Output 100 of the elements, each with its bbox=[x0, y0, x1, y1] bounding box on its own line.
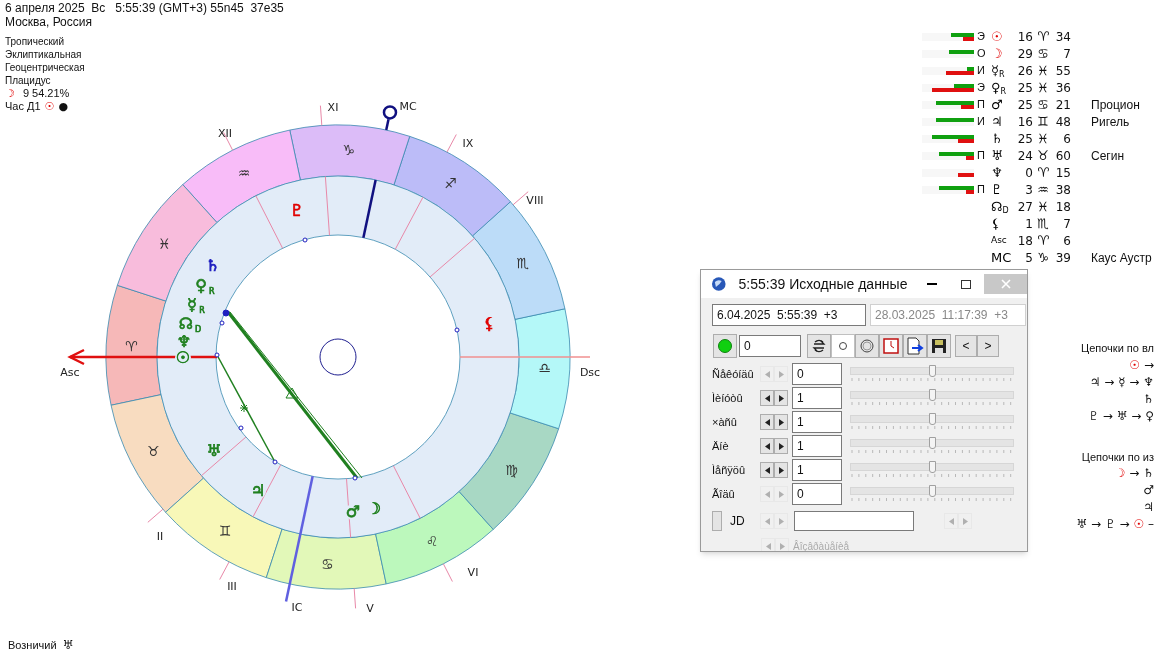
status-dot-icon bbox=[718, 339, 732, 353]
slider-thumb[interactable] bbox=[929, 388, 936, 401]
value-field[interactable]: 1 bbox=[792, 387, 842, 409]
zodiac-sign-glyph: ♓ bbox=[158, 236, 171, 253]
compare-date-field[interactable]: 28.03.2025 11:17:39 +3 bbox=[870, 304, 1026, 326]
document-arrow-icon bbox=[906, 337, 924, 355]
house-label: MC bbox=[399, 100, 417, 113]
spin-button[interactable] bbox=[760, 462, 774, 478]
slider-track[interactable] bbox=[850, 438, 1014, 447]
row-label: Äíè bbox=[712, 438, 730, 454]
close-button[interactable] bbox=[984, 274, 1027, 294]
hour-label: Час Д1 bbox=[5, 100, 41, 113]
nav-button[interactable]: < bbox=[955, 335, 977, 357]
planet-glyph: ☿$_{R}$ bbox=[187, 295, 205, 315]
zodiac-sign-glyph: ♑ bbox=[1036, 248, 1050, 267]
planet-glyph: ♇ bbox=[991, 180, 1004, 199]
house-label: XII bbox=[218, 127, 232, 140]
slider-track[interactable] bbox=[850, 366, 1014, 375]
spin-button[interactable] bbox=[760, 438, 774, 454]
spin-button[interactable] bbox=[760, 390, 774, 406]
date-line: 6 апреля 2025 Вс 5:55:39 (GMT+3) 55n45 37e35 bbox=[5, 1, 284, 15]
minute-value: 39 bbox=[1054, 249, 1071, 267]
degree-value: 0 bbox=[1024, 164, 1033, 182]
planet-glyph: ☽ bbox=[991, 44, 1004, 63]
house-label: VI bbox=[467, 566, 479, 579]
house-label: IX bbox=[462, 137, 474, 150]
house-label: V bbox=[366, 602, 374, 615]
planet-glyph: ☽ bbox=[366, 499, 382, 518]
right-triangle-icon bbox=[778, 442, 784, 450]
chain-line: ☉ → bbox=[1129, 356, 1154, 374]
slider-track[interactable] bbox=[850, 462, 1014, 471]
left-triangle-icon bbox=[764, 466, 770, 474]
chart-setting: Тропический bbox=[5, 35, 65, 48]
planet-glyph: ♄ bbox=[991, 129, 1004, 148]
planet-glyph: ☉ bbox=[175, 348, 191, 367]
degree-value: 25 bbox=[1017, 130, 1033, 148]
planet-glyph: ♆ bbox=[991, 163, 1004, 182]
zodiac-sign-glyph: ♊ bbox=[1036, 112, 1050, 131]
moon-phase-value: 9 54.21% bbox=[22, 87, 70, 100]
row-label: Ìèíóòû bbox=[712, 390, 744, 406]
value-field[interactable]: 1 bbox=[792, 435, 842, 457]
planet-glyph: ⚸ bbox=[483, 314, 495, 333]
dignity-letter: И bbox=[977, 63, 986, 79]
slider-track[interactable] bbox=[850, 486, 1014, 495]
zodiac-sign-glyph: ♉ bbox=[1036, 146, 1050, 165]
degree-value: 16 bbox=[1017, 113, 1033, 131]
zodiac-sign-glyph: ♍ bbox=[505, 461, 518, 478]
house-label: VIII bbox=[526, 194, 544, 207]
spin-button[interactable] bbox=[774, 438, 788, 454]
minute-value: 36 bbox=[1054, 79, 1071, 97]
degree-value: 29 bbox=[1017, 45, 1033, 63]
zodiac-sign-glyph: ♒ bbox=[237, 164, 251, 181]
slider-thumb[interactable] bbox=[929, 412, 936, 425]
toolbar-button[interactable] bbox=[807, 334, 831, 358]
zodiac-sign-glyph: ♑ bbox=[342, 142, 356, 159]
slider-track[interactable] bbox=[850, 414, 1014, 423]
nav-button[interactable]: > bbox=[977, 335, 999, 357]
toolbar-button[interactable] bbox=[927, 334, 951, 358]
zodiac-sign-glyph: ♉ bbox=[147, 443, 160, 459]
spin-button[interactable] bbox=[760, 414, 774, 430]
dignity-letter: О bbox=[977, 46, 987, 62]
minute-value: 55 bbox=[1054, 62, 1071, 80]
jd-toggle-button[interactable] bbox=[712, 511, 722, 531]
star-name: Сегин bbox=[1091, 147, 1125, 165]
planet-glyph: ♆ bbox=[176, 332, 192, 351]
date-field[interactable]: 6.04.2025 5:55:39 +3 bbox=[712, 304, 866, 326]
planet-glyph: ♀$_{R}$ bbox=[991, 78, 1008, 98]
chain-line: ♇ → ♅ → ♀ bbox=[1088, 407, 1154, 425]
chain-line: ♅ → ♇ → ☉ – bbox=[1076, 516, 1154, 533]
slider-thumb[interactable] bbox=[929, 460, 936, 473]
return-label: Âîçâðàùåíèå bbox=[793, 539, 850, 551]
zodiac-sign-glyph: ♈ bbox=[125, 338, 138, 355]
minute-value: 48 bbox=[1054, 113, 1071, 131]
maximize-icon bbox=[960, 279, 971, 289]
jd-field[interactable] bbox=[794, 511, 914, 531]
zodiac-sign-glyph: ♓ bbox=[1036, 197, 1050, 216]
planet-glyph: ♅ bbox=[991, 146, 1004, 165]
degree-value: 24 bbox=[1017, 147, 1033, 165]
spin-button[interactable] bbox=[774, 390, 788, 406]
planet-glyph: ♃ bbox=[250, 481, 266, 500]
spin-button[interactable] bbox=[774, 414, 788, 430]
slider-track[interactable] bbox=[850, 390, 1014, 399]
close-icon bbox=[1000, 279, 1011, 289]
slider-thumb[interactable] bbox=[929, 436, 936, 449]
step-field[interactable]: 0 bbox=[739, 335, 801, 357]
small-circle-icon bbox=[838, 341, 848, 351]
value-field[interactable]: 1 bbox=[792, 411, 842, 433]
spin-button[interactable] bbox=[774, 462, 788, 478]
zodiac-sign-glyph: ♓ bbox=[1036, 78, 1050, 97]
left-triangle-icon bbox=[764, 442, 770, 450]
toolbar-button[interactable] bbox=[903, 334, 927, 358]
chain-line: ♄ bbox=[1143, 390, 1154, 408]
status-button[interactable] bbox=[713, 334, 737, 358]
left-triangle-icon bbox=[764, 517, 770, 525]
house-label: XI bbox=[327, 101, 339, 114]
star-name: Каус Аустр bbox=[1091, 249, 1152, 267]
house-label: II bbox=[156, 530, 164, 543]
chains-title: Цепочки по из bbox=[1081, 449, 1154, 465]
right-triangle-icon bbox=[778, 370, 784, 378]
value-field[interactable]: 1 bbox=[792, 459, 842, 481]
